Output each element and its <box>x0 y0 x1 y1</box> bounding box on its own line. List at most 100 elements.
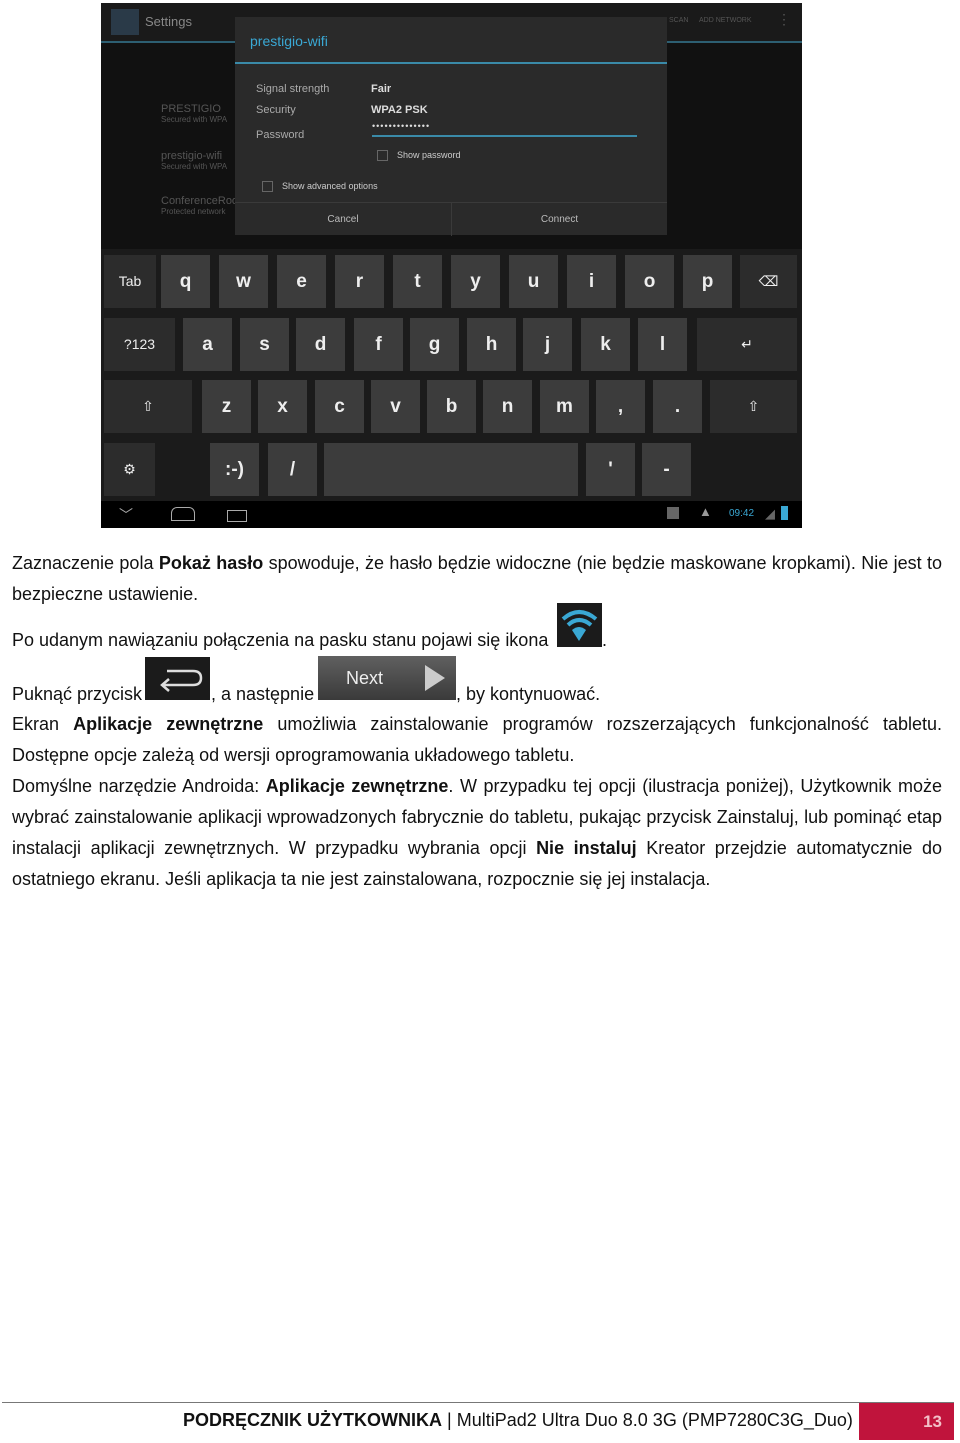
key[interactable]: o <box>625 255 674 308</box>
key[interactable]: m <box>540 380 589 433</box>
bold-term: Aplikacje zewnętrzne <box>73 714 264 734</box>
network-name: PRESTIGIO <box>161 103 221 115</box>
key[interactable]: h <box>467 318 516 371</box>
scan-action[interactable]: SCAN <box>669 17 688 24</box>
show-password-checkbox[interactable] <box>377 150 388 161</box>
network-item[interactable]: prestigio-wifi Secured with WPA <box>161 150 227 171</box>
separator: | <box>447 1410 452 1430</box>
tab-key[interactable]: Tab <box>104 255 156 308</box>
text: Domyślne narzędzie Androida: <box>12 776 266 796</box>
key[interactable]: g <box>410 318 459 371</box>
key[interactable]: w <box>219 255 268 308</box>
add-network-action[interactable]: ADD NETWORK <box>699 17 752 24</box>
paragraph-status-icon: Po udanym nawiązaniu połączenia na pasku… <box>12 625 548 656</box>
screenshot-notification-icon <box>667 507 679 519</box>
system-bar: ﹀ ▲ 09:42 ◢ <box>101 501 802 528</box>
wifi-connected-icon <box>557 603 602 647</box>
clock: 09:42 <box>729 508 755 519</box>
text: , by kontynuować. <box>456 684 601 704</box>
recent-apps-icon[interactable] <box>227 510 247 522</box>
app-title: Settings <box>145 14 192 29</box>
connect-button[interactable]: Connect <box>452 202 667 236</box>
key[interactable]: k <box>581 318 630 371</box>
key[interactable]: . <box>653 380 702 433</box>
text: Ekran <box>12 714 74 734</box>
key[interactable]: , <box>596 380 645 433</box>
show-advanced-label: Show advanced options <box>282 181 378 191</box>
network-sub: Secured with WPA <box>161 115 228 124</box>
network-name: prestigio-wifi <box>161 150 223 162</box>
back-button-image <box>145 657 210 700</box>
footer-text: PODRĘCZNIK UŻYTKOWNIKA | MultiPad2 Ultra… <box>183 1410 853 1431</box>
network-sub: Protected network <box>161 207 226 216</box>
manual-title: PODRĘCZNIK UŻYTKOWNIKA <box>183 1410 442 1430</box>
key[interactable]: q <box>161 255 210 308</box>
symbols-key[interactable]: ?123 <box>104 318 175 371</box>
key[interactable]: t <box>393 255 442 308</box>
shift-key[interactable]: ⇧ <box>104 380 192 433</box>
key[interactable]: ' <box>586 443 635 496</box>
signal-icon: ◢ <box>765 506 775 521</box>
network-sub: Secured with WPA <box>161 162 228 171</box>
network-item[interactable]: PRESTIGIO Secured with WPA <box>161 103 227 124</box>
text: Zaznaczenie pola <box>12 553 159 573</box>
signal-value: Fair <box>371 83 392 95</box>
overflow-menu-icon[interactable]: ⋮ <box>777 11 791 28</box>
key[interactable]: p <box>683 255 732 308</box>
key[interactable]: n <box>483 380 532 433</box>
text: Po udanym nawiązaniu połączenia na pasku… <box>12 630 549 650</box>
password-input[interactable]: •••••••••••••• <box>372 121 637 137</box>
backspace-key[interactable]: ⌫ <box>740 255 797 308</box>
show-password-label: Show password <box>397 150 461 160</box>
key[interactable]: a <box>183 318 232 371</box>
bold-term: Pokaż hasło <box>158 553 264 573</box>
network-item[interactable]: ConferenceRoo Protected network <box>161 195 238 216</box>
key[interactable]: b <box>427 380 476 433</box>
wifi-dialog: prestigio-wifi Signal strength Fair Secu… <box>235 17 667 236</box>
key[interactable]: :-) <box>210 443 259 496</box>
divider <box>235 62 667 64</box>
key[interactable]: z <box>202 380 251 433</box>
bold-term: Nie instaluj <box>536 838 637 858</box>
show-advanced-checkbox[interactable] <box>262 181 273 192</box>
key[interactable]: i <box>567 255 616 308</box>
shift-key[interactable]: ⇧ <box>710 380 797 433</box>
password-label: Password <box>256 129 305 141</box>
signal-label: Signal strength <box>256 83 330 95</box>
settings-key[interactable]: ⚙ <box>104 443 155 496</box>
tablet-screenshot: Settings SCAN ADD NETWORK ⋮ PRESTIGIO Sec… <box>101 3 802 528</box>
key[interactable]: s <box>240 318 289 371</box>
battery-icon <box>781 506 788 520</box>
key[interactable]: - <box>642 443 691 496</box>
back-icon[interactable]: ﹀ <box>119 505 133 525</box>
key[interactable]: d <box>296 318 345 371</box>
footer-divider <box>2 1402 954 1403</box>
paragraph-show-password: Zaznaczenie pola Pokaż hasło spowoduje, … <box>12 548 942 610</box>
key[interactable]: x <box>258 380 307 433</box>
page-number: 13 <box>859 1403 954 1440</box>
period: . <box>602 630 608 650</box>
network-name: ConferenceRoo <box>161 195 239 207</box>
key[interactable]: e <box>277 255 326 308</box>
space-key[interactable] <box>324 443 578 496</box>
cancel-button[interactable]: Cancel <box>235 202 452 236</box>
enter-key[interactable]: ↵ <box>697 318 797 371</box>
warning-icon: ▲ <box>699 504 712 519</box>
key[interactable]: f <box>354 318 403 371</box>
key[interactable]: y <box>451 255 500 308</box>
key[interactable]: / <box>268 443 317 496</box>
key[interactable]: r <box>335 255 384 308</box>
text: , a następnie <box>211 684 315 704</box>
bold-term: Aplikacje zewnętrzne <box>265 776 449 796</box>
key[interactable]: c <box>315 380 364 433</box>
arrow-right-icon <box>425 665 445 691</box>
key[interactable]: l <box>638 318 687 371</box>
security-value: WPA2 PSK <box>371 104 428 116</box>
key[interactable]: u <box>509 255 558 308</box>
document-page: Settings SCAN ADD NETWORK ⋮ PRESTIGIO Sec… <box>0 0 960 1443</box>
key[interactable]: v <box>371 380 420 433</box>
on-screen-keyboard: Tab q w e r t y u i o p ⌫ ?123 a s d f g h j k l ↵ ⇧ z x c v b n m,. ⇧ ⚙… <box>101 249 802 501</box>
key[interactable]: j <box>523 318 572 371</box>
home-icon[interactable] <box>171 507 195 521</box>
next-button-image: Next <box>318 656 456 700</box>
